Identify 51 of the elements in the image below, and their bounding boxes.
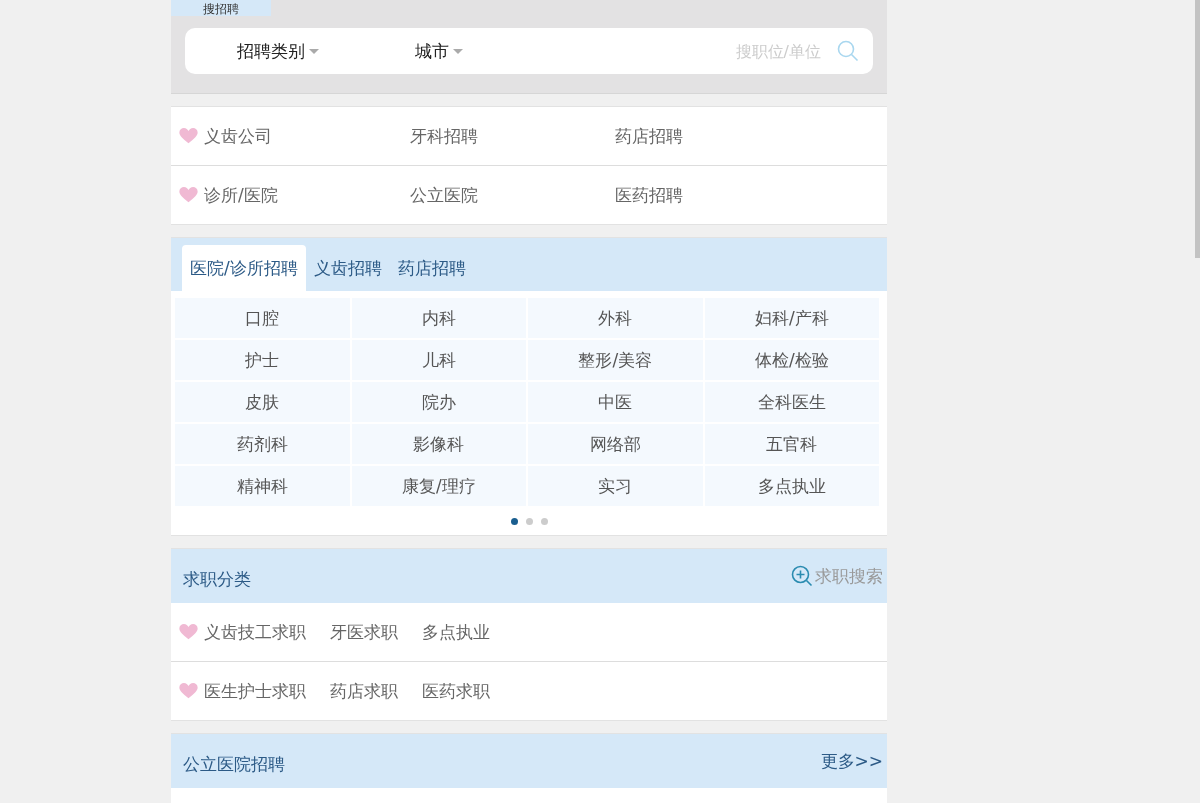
category-link[interactable]: 药店招聘: [615, 124, 820, 148]
category-tab[interactable]: 药店招聘: [389, 245, 474, 291]
heart-icon: [179, 624, 198, 640]
more-link[interactable]: 更多>>: [820, 749, 883, 773]
department-link[interactable]: 儿科: [351, 340, 526, 380]
filter-dropdown[interactable]: 城市: [415, 39, 463, 63]
section-title: 求职分类: [183, 567, 251, 591]
search-icon[interactable]: [837, 40, 859, 62]
department-link[interactable]: 院办: [351, 382, 526, 422]
category-link[interactable]: 医药招聘: [615, 183, 820, 207]
department-link[interactable]: 体检/检验: [704, 340, 879, 380]
department-link[interactable]: 中医: [528, 382, 703, 422]
department-link[interactable]: 多点执业: [704, 466, 879, 506]
department-link[interactable]: 全科医生: [704, 382, 879, 422]
zoom-in-icon: [791, 565, 813, 587]
department-link[interactable]: 外科: [528, 298, 703, 338]
category-link[interactable]: 义齿公司: [204, 124, 272, 148]
job-category-link[interactable]: 牙医求职: [330, 620, 398, 644]
section-title: 公立医院招聘: [183, 752, 285, 776]
department-link[interactable]: 康复/理疗: [351, 466, 526, 506]
category-link[interactable]: 公立医院: [410, 183, 615, 207]
job-category-link[interactable]: 医药求职: [422, 679, 490, 703]
page-dot[interactable]: [525, 518, 533, 525]
heart-icon: [179, 187, 198, 203]
department-link[interactable]: 口腔: [175, 298, 350, 338]
department-link[interactable]: 妇科/产科: [704, 298, 879, 338]
category-link[interactable]: 诊所/医院: [204, 183, 278, 207]
category-link[interactable]: 牙科招聘: [410, 124, 615, 148]
search-jobs-tab[interactable]: 搜招聘: [171, 0, 271, 16]
job-category-link[interactable]: 多点执业: [422, 620, 490, 644]
department-link[interactable]: 内科: [351, 298, 526, 338]
job-category-link[interactable]: 义齿技工求职: [204, 620, 306, 644]
page-dot[interactable]: [510, 518, 518, 525]
job-category-link[interactable]: 医生护士求职: [204, 679, 306, 703]
heart-icon: [179, 128, 198, 144]
department-link[interactable]: 精神科: [175, 466, 350, 506]
category-tab[interactable]: 义齿招聘: [305, 245, 390, 291]
page-dot[interactable]: [540, 518, 548, 525]
department-link[interactable]: 药剂科: [175, 424, 350, 464]
department-link[interactable]: 整形/美容: [528, 340, 703, 380]
filter-dropdown[interactable]: 招聘类别: [237, 39, 319, 63]
department-link[interactable]: 影像科: [351, 424, 526, 464]
department-link[interactable]: 实习: [528, 466, 703, 506]
scrollbar[interactable]: [1195, 0, 1200, 258]
department-link[interactable]: 护士: [175, 340, 350, 380]
department-link[interactable]: 五官科: [704, 424, 879, 464]
job-category-link[interactable]: 药店求职: [330, 679, 398, 703]
department-link[interactable]: 网络部: [528, 424, 703, 464]
department-link[interactable]: 皮肤: [175, 382, 350, 422]
heart-icon: [179, 683, 198, 699]
category-tab[interactable]: 医院/诊所招聘: [182, 245, 306, 291]
